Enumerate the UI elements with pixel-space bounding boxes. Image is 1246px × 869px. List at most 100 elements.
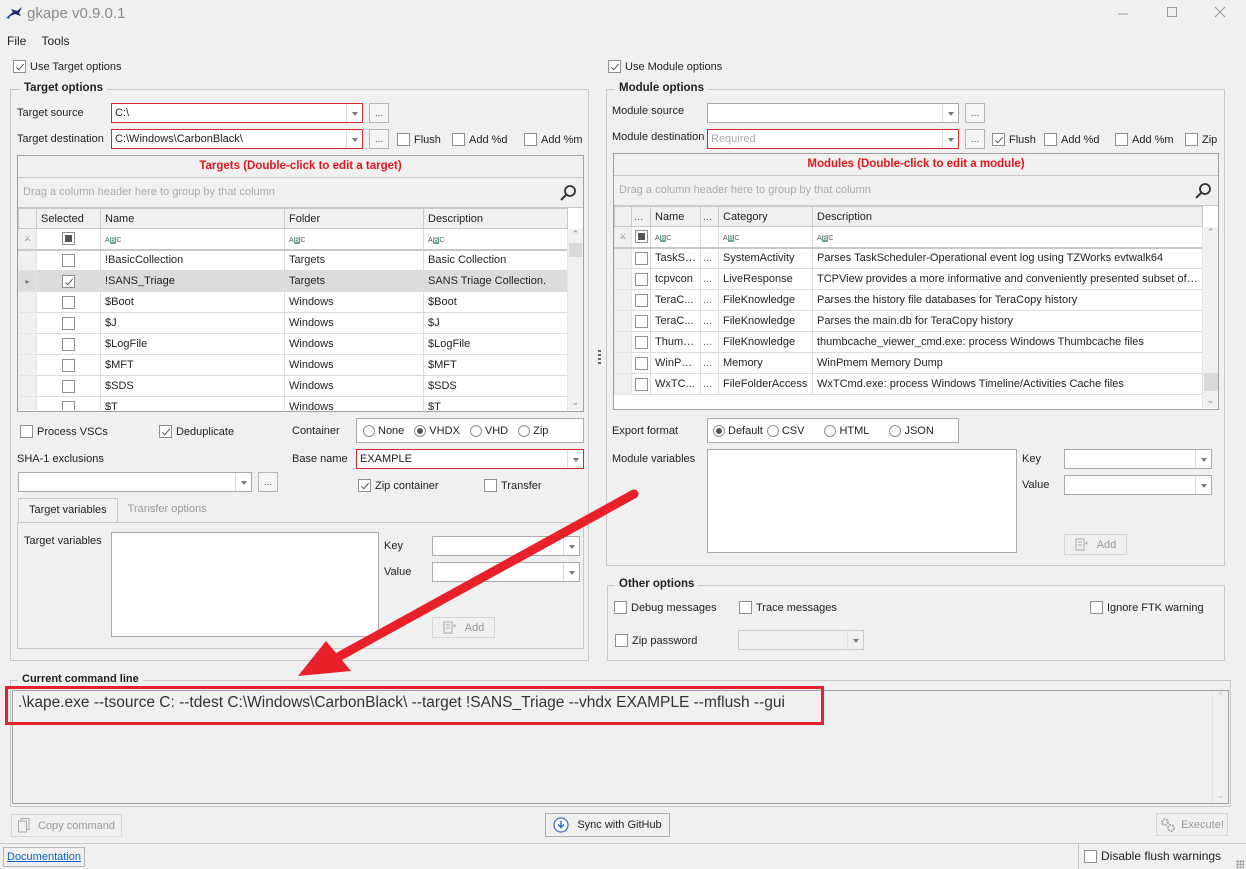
targets-group-panel[interactable]: Drag a column header here to group by th… bbox=[18, 178, 583, 208]
chevron-down-icon[interactable] bbox=[942, 104, 958, 122]
chevron-down-icon[interactable] bbox=[235, 473, 251, 491]
module-name[interactable]: tcpvcon bbox=[650, 268, 701, 290]
resize-grip[interactable] bbox=[1236, 860, 1244, 868]
deduplicate-checkbox[interactable]: Deduplicate bbox=[159, 425, 234, 438]
radio-button[interactable] bbox=[469, 424, 482, 437]
target-row[interactable]: !BasicCollection Targets Basic Collection bbox=[18, 249, 568, 271]
use-module-options-checkbox[interactable]: Use Module options bbox=[608, 60, 722, 73]
target-add-button[interactable]: Add bbox=[432, 617, 495, 638]
container-option-vhdx[interactable]: VHDX bbox=[414, 424, 460, 437]
use-target-options-checkbox[interactable]: Use Target options bbox=[13, 60, 122, 73]
zip-container-checkbox[interactable]: Zip container bbox=[358, 479, 439, 492]
module-category[interactable]: FileKnowledge bbox=[718, 331, 813, 353]
row-select-checkbox[interactable] bbox=[634, 356, 648, 370]
menu-file[interactable]: File bbox=[7, 34, 26, 48]
row-select-checkbox[interactable] bbox=[62, 274, 75, 288]
search-icon[interactable] bbox=[1194, 182, 1212, 200]
row-select-checkbox[interactable] bbox=[62, 358, 75, 372]
documentation-link[interactable]: Documentation bbox=[7, 851, 81, 863]
module-row[interactable]: TeraC...... FileKnowledge Parses the histo… bbox=[614, 289, 1203, 311]
export-option-html[interactable]: HTML bbox=[824, 424, 869, 437]
close-button[interactable] bbox=[1210, 4, 1230, 24]
module-extra[interactable]: ... bbox=[700, 373, 719, 395]
trace-messages-checkbox[interactable]: Trace messages bbox=[739, 601, 837, 614]
chevron-down-icon[interactable] bbox=[563, 537, 579, 555]
chevron-down-icon[interactable] bbox=[942, 130, 958, 148]
scroll-down-icon[interactable]: ⌄ bbox=[1203, 395, 1218, 406]
target-source-combo[interactable]: C:\ bbox=[111, 103, 363, 123]
target-add-m-checkbox[interactable]: Add %m bbox=[524, 133, 583, 146]
modules-group-panel[interactable]: Drag a column header here to group by th… bbox=[614, 176, 1218, 206]
module-description[interactable]: Parses TaskScheduler-Operational event l… bbox=[812, 247, 1203, 269]
module-key-combo[interactable] bbox=[1064, 449, 1212, 469]
module-description[interactable]: TCPView provides a more informative and … bbox=[812, 268, 1203, 290]
target-description[interactable]: $T bbox=[423, 396, 568, 410]
checkbox[interactable] bbox=[484, 479, 497, 492]
target-key-combo[interactable] bbox=[432, 536, 580, 556]
target-row[interactable]: $LogFile Windows $LogFile bbox=[18, 333, 568, 355]
chevron-down-icon[interactable] bbox=[567, 450, 583, 468]
container-option-zip[interactable]: Zip bbox=[518, 424, 548, 437]
radio-button[interactable] bbox=[518, 424, 531, 437]
zip-password-checkbox[interactable]: Zip password bbox=[615, 634, 697, 647]
checkbox[interactable] bbox=[13, 60, 26, 73]
zip-password-combo[interactable] bbox=[738, 630, 864, 650]
module-name[interactable]: WxTC... bbox=[650, 373, 701, 395]
target-folder[interactable]: Windows bbox=[284, 312, 424, 334]
copy-command-button[interactable]: Copy command bbox=[11, 814, 122, 837]
container-option-vhd[interactable]: VHD bbox=[469, 424, 508, 437]
process-vscs-checkbox[interactable]: Process VSCs bbox=[20, 425, 108, 438]
module-destination-combo[interactable]: Required bbox=[707, 129, 959, 149]
module-destination-browse-button[interactable]: ... bbox=[965, 129, 985, 149]
chevron-down-icon[interactable] bbox=[346, 104, 362, 122]
select-all-checkbox[interactable] bbox=[62, 232, 75, 246]
scroll-up-icon[interactable]: ⌃ bbox=[1203, 227, 1218, 238]
target-description[interactable]: Basic Collection bbox=[423, 249, 568, 271]
scroll-up-icon[interactable]: ⌃ bbox=[1213, 691, 1228, 702]
target-description[interactable]: SANS Triage Collection. bbox=[423, 270, 568, 292]
debug-messages-checkbox[interactable]: Debug messages bbox=[614, 601, 717, 614]
module-extra[interactable]: ... bbox=[700, 268, 719, 290]
target-description[interactable]: $SDS bbox=[423, 375, 568, 397]
row-select-checkbox[interactable] bbox=[634, 293, 648, 307]
export-option-csv[interactable]: CSV bbox=[766, 424, 804, 437]
module-category[interactable]: LiveResponse bbox=[718, 268, 813, 290]
column-header-name[interactable]: Name bbox=[100, 208, 285, 229]
column-header-description[interactable]: Description bbox=[423, 208, 568, 229]
target-name[interactable]: !BasicCollection bbox=[100, 249, 285, 271]
column-header-folder[interactable]: Folder bbox=[284, 208, 424, 229]
checkbox[interactable] bbox=[615, 634, 628, 647]
column-header-select[interactable]: ... bbox=[631, 206, 651, 227]
column-header-description[interactable]: Description bbox=[812, 206, 1203, 227]
select-all-checkbox[interactable] bbox=[634, 230, 648, 244]
filter-folder[interactable]: ABC bbox=[284, 228, 424, 251]
target-name[interactable]: $Boot bbox=[100, 291, 285, 313]
scroll-up-icon[interactable]: ⌃ bbox=[568, 229, 583, 240]
sha1-browse-button[interactable]: ... bbox=[258, 472, 278, 492]
module-category[interactable]: SystemActivity bbox=[718, 247, 813, 269]
module-row[interactable]: Thumb...... FileKnowledge thumbcache_viewe… bbox=[614, 331, 1203, 353]
module-category[interactable]: FileKnowledge bbox=[718, 310, 813, 332]
targets-scrollbar[interactable]: ⌃ ⌄ bbox=[567, 229, 583, 410]
column-header-selected[interactable]: Selected bbox=[36, 208, 101, 229]
checkbox[interactable] bbox=[614, 601, 627, 614]
module-extra[interactable]: ... bbox=[700, 247, 719, 269]
row-select-checkbox[interactable] bbox=[62, 295, 75, 309]
chevron-down-icon[interactable] bbox=[1195, 476, 1211, 494]
module-category[interactable]: FileKnowledge bbox=[718, 289, 813, 311]
search-icon[interactable] bbox=[559, 184, 577, 202]
filter-name[interactable]: ABC bbox=[100, 228, 285, 251]
module-name[interactable]: WinPm... bbox=[650, 352, 701, 374]
export-option-default[interactable]: Default bbox=[713, 424, 763, 437]
checkbox[interactable] bbox=[452, 133, 465, 146]
module-add-d-checkbox[interactable]: Add %d bbox=[1044, 133, 1100, 146]
checkbox[interactable] bbox=[1084, 849, 1097, 863]
module-extra[interactable]: ... bbox=[700, 310, 719, 332]
module-description[interactable]: Parses the history file databases for Te… bbox=[812, 289, 1203, 311]
row-select-checkbox[interactable] bbox=[62, 316, 75, 330]
column-header-extra[interactable]: ... bbox=[700, 206, 719, 227]
scroll-down-icon[interactable]: ⌄ bbox=[568, 397, 583, 408]
checkbox[interactable] bbox=[739, 601, 752, 614]
module-row[interactable]: WxTC...... FileFolderAccess WxTCmd.exe: pr… bbox=[614, 373, 1203, 395]
transfer-checkbox[interactable]: Transfer bbox=[484, 479, 542, 492]
